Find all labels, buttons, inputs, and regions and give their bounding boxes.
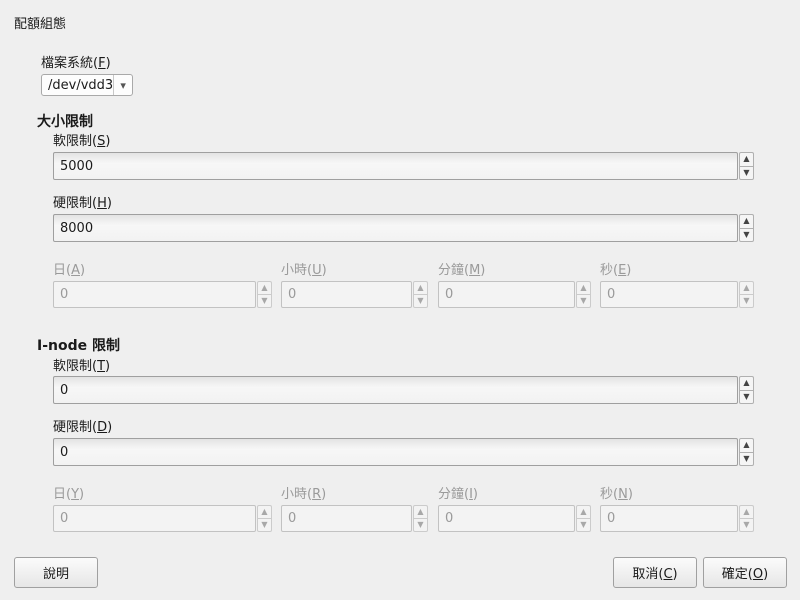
spin-down-icon[interactable]: ▼ xyxy=(739,451,754,466)
inode-grace-days-input[interactable]: 0 xyxy=(53,505,256,532)
inode-hard-limit-input[interactable]: 0 xyxy=(53,438,738,466)
size-grace-seconds-spinbox[interactable]: 0 ▲ ▼ xyxy=(600,281,754,308)
inode-grace-seconds-input[interactable]: 0 xyxy=(600,505,738,532)
size-grace-days-label: 日(A) xyxy=(53,263,86,278)
spin-up-icon[interactable]: ▲ xyxy=(257,281,272,294)
filesystem-label: 檔案系統(F) xyxy=(41,56,111,71)
size-limits-heading: 大小限制 xyxy=(37,114,93,130)
inode-grace-days-label: 日(Y) xyxy=(53,487,85,502)
inode-grace-hours-label: 小時(R) xyxy=(281,487,327,502)
spin-down-icon[interactable]: ▼ xyxy=(739,227,754,242)
spin-down-icon[interactable]: ▼ xyxy=(739,518,754,532)
inode-grace-seconds-spinbox[interactable]: 0 ▲ ▼ xyxy=(600,505,754,532)
size-grace-seconds-label: 秒(E) xyxy=(600,263,632,278)
spin-down-icon[interactable]: ▼ xyxy=(413,518,428,532)
cancel-button-label: 取消(C) xyxy=(632,567,678,582)
size-grace-hours-label: 小時(U) xyxy=(281,263,327,278)
spin-up-icon[interactable]: ▲ xyxy=(257,505,272,518)
size-grace-days-input[interactable]: 0 xyxy=(53,281,256,308)
chevron-down-icon[interactable]: ▾ xyxy=(113,75,132,95)
inode-soft-limit-input[interactable]: 0 xyxy=(53,376,738,404)
inode-grace-hours-input[interactable]: 0 xyxy=(281,505,412,532)
ok-button[interactable]: 確定(O) xyxy=(703,557,787,588)
size-grace-days-spinbox[interactable]: 0 ▲ ▼ xyxy=(53,281,272,308)
inode-grace-hours-spinbox[interactable]: 0 ▲ ▼ xyxy=(281,505,428,532)
size-grace-hours-input[interactable]: 0 xyxy=(281,281,412,308)
spin-down-icon[interactable]: ▼ xyxy=(257,518,272,532)
spin-up-icon[interactable]: ▲ xyxy=(413,281,428,294)
filesystem-value: /dev/vdd3 xyxy=(48,77,114,93)
spin-up-icon[interactable]: ▲ xyxy=(739,214,754,228)
inode-hard-limit-spinbox[interactable]: 0 ▲ ▼ xyxy=(53,438,754,466)
spin-down-icon[interactable]: ▼ xyxy=(739,165,754,180)
spin-up-icon[interactable]: ▲ xyxy=(576,505,591,518)
size-soft-limit-spinbox[interactable]: 5000 ▲ ▼ xyxy=(53,152,754,180)
size-grace-minutes-input[interactable]: 0 xyxy=(438,281,575,308)
size-grace-minutes-label: 分鐘(M) xyxy=(438,263,486,278)
inode-hard-limit-label: 硬限制(D) xyxy=(53,420,113,435)
dialog-title: 配額組態 xyxy=(14,17,67,32)
spin-up-icon[interactable]: ▲ xyxy=(739,376,754,390)
spin-down-icon[interactable]: ▼ xyxy=(257,294,272,308)
inode-grace-minutes-label: 分鐘(I) xyxy=(438,487,478,502)
spin-up-icon[interactable]: ▲ xyxy=(576,281,591,294)
help-button[interactable]: 說明 xyxy=(14,557,98,588)
size-grace-seconds-input[interactable]: 0 xyxy=(600,281,738,308)
spin-down-icon[interactable]: ▼ xyxy=(739,294,754,308)
inode-soft-limit-label: 軟限制(T) xyxy=(53,359,111,374)
size-hard-limit-label: 硬限制(H) xyxy=(53,196,112,211)
size-hard-limit-input[interactable]: 8000 xyxy=(53,214,738,242)
inode-grace-minutes-spinbox[interactable]: 0 ▲ ▼ xyxy=(438,505,591,532)
spin-up-icon[interactable]: ▲ xyxy=(739,438,754,452)
inode-grace-minutes-input[interactable]: 0 xyxy=(438,505,575,532)
inode-grace-seconds-label: 秒(N) xyxy=(600,487,633,502)
help-button-label: 說明 xyxy=(42,567,69,582)
spin-up-icon[interactable]: ▲ xyxy=(739,281,754,294)
inode-grace-days-spinbox[interactable]: 0 ▲ ▼ xyxy=(53,505,272,532)
spin-down-icon[interactable]: ▼ xyxy=(413,294,428,308)
spin-up-icon[interactable]: ▲ xyxy=(739,152,754,166)
inode-limits-heading: I-node 限制 xyxy=(37,338,120,354)
size-grace-hours-spinbox[interactable]: 0 ▲ ▼ xyxy=(281,281,428,308)
size-soft-limit-input[interactable]: 5000 xyxy=(53,152,738,180)
size-soft-limit-label: 軟限制(S) xyxy=(53,134,111,149)
size-grace-minutes-spinbox[interactable]: 0 ▲ ▼ xyxy=(438,281,591,308)
spin-down-icon[interactable]: ▼ xyxy=(576,518,591,532)
cancel-button[interactable]: 取消(C) xyxy=(613,557,697,588)
inode-soft-limit-spinbox[interactable]: 0 ▲ ▼ xyxy=(53,376,754,404)
filesystem-combobox[interactable]: /dev/vdd3 ▾ xyxy=(41,74,133,96)
spin-up-icon[interactable]: ▲ xyxy=(413,505,428,518)
size-hard-limit-spinbox[interactable]: 8000 ▲ ▼ xyxy=(53,214,754,242)
spin-down-icon[interactable]: ▼ xyxy=(576,294,591,308)
spin-down-icon[interactable]: ▼ xyxy=(739,389,754,404)
spin-up-icon[interactable]: ▲ xyxy=(739,505,754,518)
ok-button-label: 確定(O) xyxy=(721,567,769,582)
